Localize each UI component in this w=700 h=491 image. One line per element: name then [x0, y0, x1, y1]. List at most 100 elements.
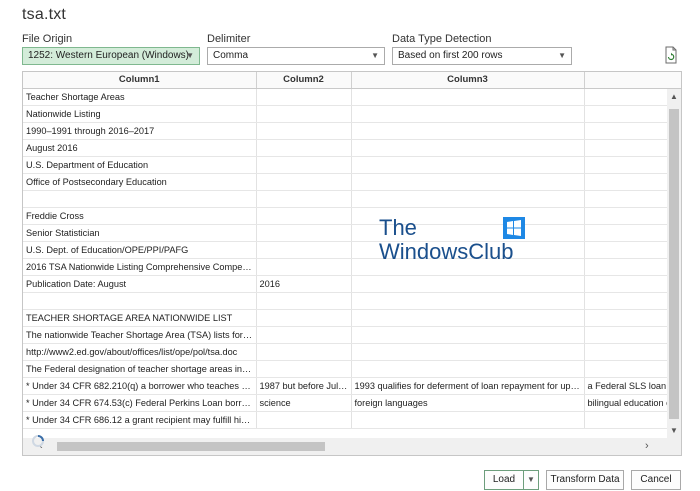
delimiter-value: Comma	[213, 50, 249, 61]
preview-grid[interactable]: Column1 Column2 Column3 Teacher Shortage A…	[22, 71, 682, 456]
table-cell	[256, 173, 352, 191]
detection-value: Based on first 200 rows	[398, 50, 503, 61]
table-row: 1990–1991 through 2016–2017	[23, 122, 681, 140]
table-cell	[351, 411, 585, 429]
table-cell: Publication Date: August	[23, 275, 257, 293]
scroll-right-icon[interactable]: ›	[645, 438, 649, 455]
table-cell	[351, 122, 585, 140]
table-cell	[351, 88, 585, 106]
table-cell: Nationwide Listing	[23, 105, 257, 123]
vertical-scrollbar[interactable]: ▲ ▼	[667, 89, 681, 439]
cancel-button[interactable]: Cancel	[631, 470, 681, 490]
table-cell	[351, 173, 585, 191]
watermark-line1: The	[379, 215, 417, 240]
transform-data-button[interactable]: Transform Data	[546, 470, 624, 490]
column-header[interactable]	[584, 72, 681, 89]
chevron-down-icon: ▼	[186, 51, 194, 60]
table-row: Teacher Shortage Areas	[23, 88, 681, 106]
table-cell: 1993 qualifies for deferment of loan rep…	[351, 377, 585, 395]
table-cell	[256, 105, 352, 123]
load-button[interactable]: Load	[484, 470, 524, 490]
table-row	[23, 190, 681, 208]
preview-table: Column1 Column2 Column3 Teacher Shortage A…	[23, 72, 681, 429]
table-cell	[351, 292, 585, 310]
vertical-scroll-thumb[interactable]	[669, 109, 679, 419]
table-cell: * Under 34 CFR 682.210(q) a borrower who…	[23, 377, 257, 395]
delimiter-label: Delimiter	[207, 33, 251, 45]
chevron-down-icon: ▼	[527, 475, 535, 484]
table-cell	[256, 292, 352, 310]
table-row: * Under 34 CFR 686.12 a grant recipient …	[23, 411, 681, 429]
table-row: * Under 34 CFR 682.210(q) a borrower who…	[23, 377, 681, 395]
table-row: The nationwide Teacher Shortage Area (TS…	[23, 326, 681, 344]
table-cell	[256, 156, 352, 174]
table-cell	[23, 292, 257, 310]
table-row: Freddie Cross	[23, 207, 681, 225]
scroll-up-icon[interactable]: ▲	[667, 91, 681, 103]
detection-label: Data Type Detection	[392, 33, 492, 45]
table-cell	[256, 190, 352, 208]
table-cell	[256, 122, 352, 140]
table-cell: U.S. Dept. of Education/OPE/PPI/PAFG	[23, 241, 257, 259]
load-options-button[interactable]: ▼	[523, 470, 539, 490]
table-cell	[351, 139, 585, 157]
windows-logo-icon	[503, 217, 525, 239]
table-cell	[256, 360, 352, 378]
table-cell: * Under 34 CFR 674.53(c) Federal Perkins…	[23, 394, 257, 412]
file-origin-value: 1252: Western European (Windows)	[28, 50, 190, 61]
table-cell: U.S. Department of Education	[23, 156, 257, 174]
table-cell	[256, 411, 352, 429]
table-cell	[351, 343, 585, 361]
table-cell	[23, 190, 257, 208]
column-header[interactable]: Column2	[256, 72, 352, 89]
column-header[interactable]: Column1	[23, 72, 257, 89]
table-cell	[256, 343, 352, 361]
refresh-icon[interactable]	[664, 46, 678, 64]
table-cell	[256, 88, 352, 106]
table-row: 2016 TSA Nationwide Listing Comprehensiv…	[23, 258, 681, 276]
table-cell	[351, 309, 585, 327]
table-row: Senior Statistician	[23, 224, 681, 242]
table-row: U.S. Department of Education	[23, 156, 681, 174]
table-cell	[351, 360, 585, 378]
table-cell: August 2016	[23, 139, 257, 157]
column-header[interactable]: Column3	[351, 72, 585, 89]
table-header-row: Column1 Column2 Column3	[23, 72, 681, 89]
table-cell: The nationwide Teacher Shortage Area (TS…	[23, 326, 257, 344]
table-cell: * Under 34 CFR 686.12 a grant recipient …	[23, 411, 257, 429]
horizontal-scroll-thumb[interactable]	[57, 442, 325, 451]
scroll-down-icon[interactable]: ▼	[667, 425, 681, 437]
table-row: Publication Date: August 2016	[23, 275, 681, 293]
watermark-logo: The WindowsClub	[379, 215, 539, 271]
table-cell	[256, 309, 352, 327]
table-cell: Senior Statistician	[23, 224, 257, 242]
table-row: The Federal designation of teacher short…	[23, 360, 681, 378]
horizontal-scrollbar[interactable]: ‹ ›	[23, 438, 681, 455]
delimiter-dropdown[interactable]: Comma ▼	[207, 47, 385, 65]
detection-dropdown[interactable]: Based on first 200 rows ▼	[392, 47, 572, 65]
table-cell	[351, 190, 585, 208]
table-cell: Freddie Cross	[23, 207, 257, 225]
table-cell	[256, 258, 352, 276]
table-row: http://www2.ed.gov/about/offices/list/op…	[23, 343, 681, 361]
table-cell: 1990–1991 through 2016–2017	[23, 122, 257, 140]
table-cell	[256, 224, 352, 242]
table-cell: The Federal designation of teacher short…	[23, 360, 257, 378]
table-row: TEACHER SHORTAGE AREA NATIONWIDE LIST	[23, 309, 681, 327]
table-row: Office of Postsecondary Education	[23, 173, 681, 191]
table-cell: science	[256, 394, 352, 412]
table-cell: http://www2.ed.gov/about/offices/list/op…	[23, 343, 257, 361]
table-row: August 2016	[23, 139, 681, 157]
loading-icon	[32, 435, 44, 447]
file-origin-dropdown[interactable]: 1252: Western European (Windows) ▼	[22, 47, 200, 65]
table-cell	[256, 207, 352, 225]
table-cell: 2016	[256, 275, 352, 293]
table-cell: Office of Postsecondary Education	[23, 173, 257, 191]
table-row: Nationwide Listing	[23, 105, 681, 123]
table-row: U.S. Dept. of Education/OPE/PPI/PAFG	[23, 241, 681, 259]
table-cell	[351, 156, 585, 174]
watermark-line2: WindowsClub	[379, 239, 514, 264]
table-row: * Under 34 CFR 674.53(c) Federal Perkins…	[23, 394, 681, 412]
window-title: tsa.txt	[22, 6, 67, 23]
file-origin-label: File Origin	[22, 33, 73, 45]
